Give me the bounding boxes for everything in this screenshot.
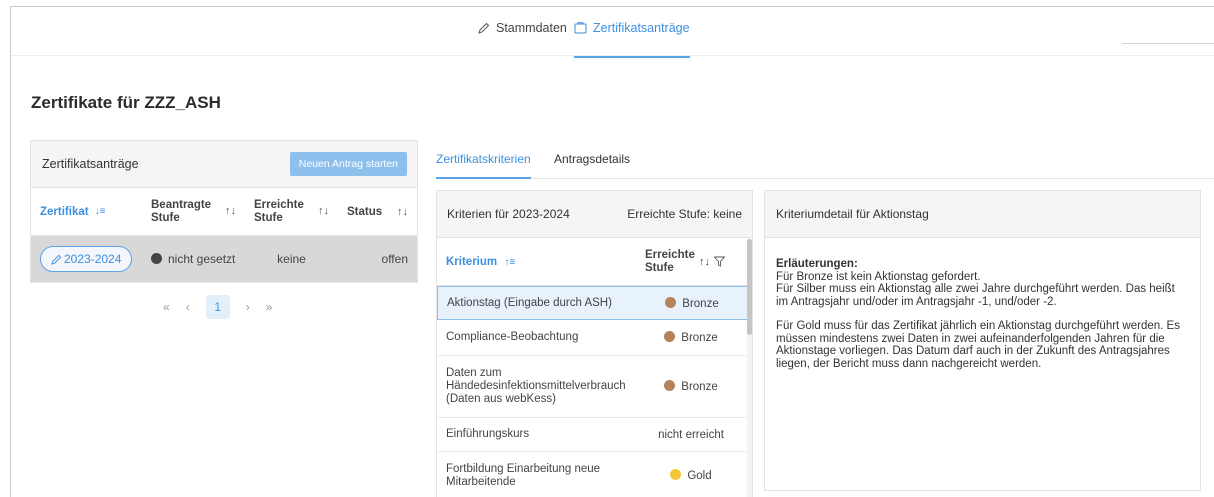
status-cell: offen (381, 252, 408, 266)
column-header-beantragte-stufe[interactable]: Beantragte Stufe ↑↓ (142, 188, 245, 235)
bronze-dot-icon (665, 296, 677, 308)
table-header: Zertifikat ↓≡ Beantragte Stufe ↑↓ Erreic… (31, 188, 417, 236)
beantragte-stufe-cell: nicht gesetzt (142, 252, 245, 266)
sort-icon: ↑↓ (397, 205, 408, 218)
table-row[interactable]: 2023-2024 nicht gesetzt keine offen (31, 236, 417, 282)
column-header-erreichte-stufe[interactable]: Erreichte Stufe ↑↓ (637, 249, 745, 275)
app-frame: Stammdaten Zertifikatsanträge Zertifikat… (10, 6, 1214, 497)
sort-icon: ↑↓ (699, 255, 710, 268)
certificate-icon (574, 22, 587, 34)
certificate-year-link[interactable]: 2023-2024 (40, 246, 133, 272)
column-header-zertifikat[interactable]: Zertifikat ↓≡ (31, 188, 142, 235)
tab-zertifikatskriterien[interactable]: Zertifikatskriterien (436, 152, 531, 179)
column-header-status[interactable]: Status ↑↓ (338, 188, 417, 235)
status-dot-icon (151, 253, 162, 264)
column-header-erreichte-stufe[interactable]: Erreichte Stufe ↑↓ (245, 188, 338, 235)
sub-tab-bar: Zertifikatskriterien Antragsdetails (436, 148, 1214, 179)
tab-stammdaten[interactable]: Stammdaten (478, 21, 567, 57)
pencil-icon (478, 22, 490, 34)
card-header: Zertifikatsanträge Neuen Antrag starten (31, 141, 417, 188)
filter-icon[interactable] (714, 256, 725, 267)
sort-asc-icon: ↑≡ (504, 256, 516, 268)
criteria-row[interactable]: Fortbildung Einarbeitung neue Mitarbeite… (437, 452, 752, 497)
sort-icon: ↑↓ (318, 205, 329, 217)
detail-body: Erläuterungen: Für Bronze ist kein Aktio… (765, 238, 1200, 370)
tab-stammdaten-label: Stammdaten (496, 21, 567, 35)
criteria-row[interactable]: Einführungskurs nicht erreicht (437, 418, 752, 452)
prev-page-button[interactable]: ‹ (186, 300, 190, 314)
card-title: Zertifikatsanträge (42, 157, 139, 171)
sort-icon: ↑↓ (225, 205, 236, 217)
top-tab-bar: Stammdaten Zertifikatsanträge (11, 7, 1214, 58)
explanation-silver: Für Silber muss ein Aktionstag alle zwei… (776, 283, 1175, 308)
certificate-applications-card: Zertifikatsanträge Neuen Antrag starten … (30, 140, 418, 283)
explanation-gold: Für Gold muss für das Zertifikat jährlic… (776, 320, 1180, 370)
erreichte-stufe-cell: keine (277, 252, 306, 266)
page-number-button[interactable]: 1 (205, 295, 230, 319)
criteria-row[interactable]: Daten zum Händedesinfektionsmittelverbra… (437, 356, 752, 418)
explanation-label: Erläuterungen: (776, 258, 858, 270)
sort-desc-icon: ↓≡ (94, 206, 106, 217)
criteria-header: Kriterien für 2023-2024 Erreichte Stufe:… (437, 191, 752, 238)
explanation-bronze: Für Bronze ist kein Aktionstag gefordert… (776, 270, 981, 283)
pagination: « ‹ 1 › » (163, 295, 272, 319)
criteria-table-header: Kriterium ↑≡ Erreichte Stufe ↑↓ (437, 238, 752, 286)
bronze-dot-icon (664, 380, 676, 391)
criterion-detail-card: Kriteriumdetail für Aktionstag Erläuteru… (764, 190, 1201, 491)
detail-title: Kriteriumdetail für Aktionstag (765, 191, 1200, 238)
criteria-row[interactable]: Aktionstag (Eingabe durch ASH) Bronze (437, 286, 752, 320)
bronze-dot-icon (664, 331, 676, 342)
first-page-button[interactable]: « (163, 300, 170, 314)
tab-zertifikatsantraege-label: Zertifikatsanträge (593, 21, 690, 35)
tab-antragsdetails[interactable]: Antragsdetails (554, 152, 630, 179)
column-header-kriterium[interactable]: Kriterium ↑≡ (437, 256, 637, 268)
criteria-row[interactable]: Compliance-Beobachtung Bronze (437, 320, 752, 356)
scrollbar[interactable] (747, 239, 752, 497)
gold-dot-icon (670, 469, 682, 480)
tab-zertifikatsantraege[interactable]: Zertifikatsanträge (574, 21, 690, 58)
divider (1122, 43, 1214, 44)
criteria-card: Kriterien für 2023-2024 Erreichte Stufe:… (436, 190, 753, 497)
scrollbar-thumb[interactable] (747, 239, 752, 335)
next-page-button[interactable]: › (246, 300, 250, 314)
reached-level: Erreichte Stufe: keine (627, 207, 742, 221)
last-page-button[interactable]: » (266, 300, 273, 314)
page-title: Zertifikate für ZZZ_ASH (31, 93, 221, 112)
new-application-button[interactable]: Neuen Antrag starten (289, 152, 407, 176)
criteria-title: Kriterien für 2023-2024 (447, 207, 570, 221)
pencil-icon (51, 254, 62, 265)
